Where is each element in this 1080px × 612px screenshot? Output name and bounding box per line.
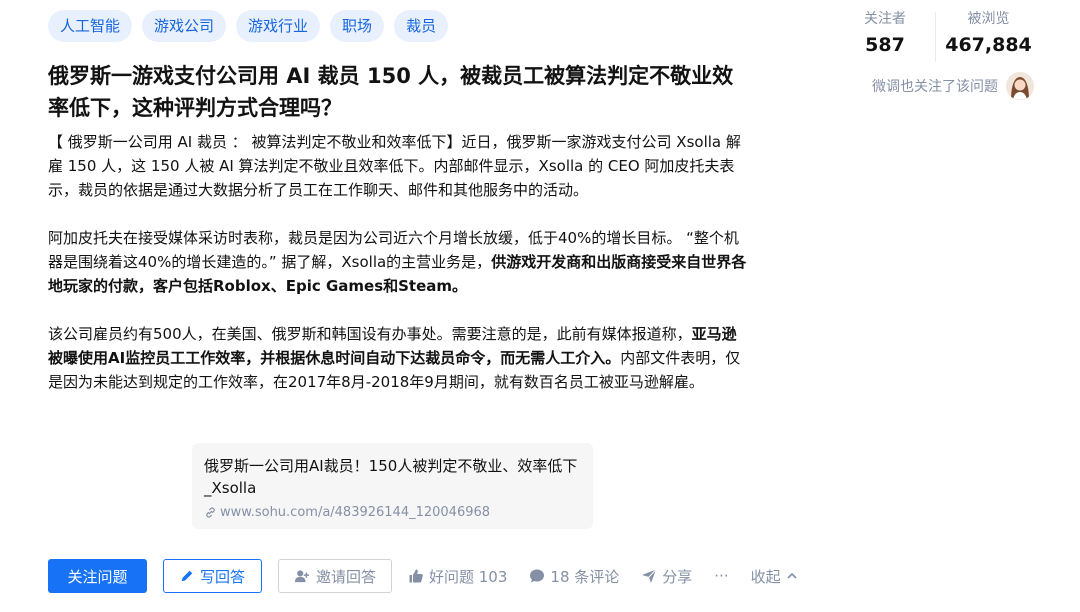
- chevron-up-icon: [786, 570, 798, 582]
- paragraph-3-text-a: 该公司雇员约有500人，在美国、俄罗斯和韩国设有办事处。需要注意的是，此前有媒体…: [48, 325, 692, 343]
- tag-game-industry[interactable]: 游戏行业: [236, 10, 321, 42]
- comments-label: 18 条评论: [550, 567, 620, 586]
- invite-answer-button[interactable]: 邀请回答: [278, 559, 392, 593]
- collapse-label: 收起: [750, 567, 781, 586]
- tag-workplace[interactable]: 职场: [330, 10, 385, 42]
- good-question-button[interactable]: 好问题 103: [408, 566, 507, 587]
- paragraph-1-text: 【 俄罗斯一公司用 AI 裁员 ： 被算法判定不敬业和效率低下】近日，俄罗斯一家…: [48, 133, 741, 199]
- link-card-url-row: www.sohu.com/a/483926144_120046968: [204, 505, 581, 520]
- views-count: 467,884: [945, 34, 1032, 56]
- pencil-icon: [180, 569, 194, 583]
- add-user-icon: [294, 569, 310, 583]
- tag-game-company[interactable]: 游戏公司: [142, 10, 227, 42]
- tag-ai[interactable]: 人工智能: [48, 10, 133, 42]
- comment-icon: [529, 568, 545, 584]
- link-card[interactable]: 俄罗斯一公司用AI裁员！150人被判定不敬业、效率低下_Xsolla www.s…: [192, 443, 593, 529]
- thumbs-up-icon: [408, 568, 424, 584]
- paragraph-2: 阿加皮托夫在接受媒体采访时表称，裁员是因为公司近六个月增长放缓，低于40%的增长…: [48, 226, 748, 298]
- topic-tags: 人工智能 游戏公司 游戏行业 职场 裁员: [48, 10, 449, 42]
- follow-question-button[interactable]: 关注问题: [48, 559, 147, 593]
- question-title: 俄罗斯一游戏支付公司用 AI 裁员 150 人，被裁员工被算法判定不敬业效率低下…: [48, 64, 734, 120]
- question-stats: 关注者 587 被浏览 467,884: [835, 8, 1041, 62]
- action-bar: 关注问题 写回答 邀请回答 好问题 103 18 条评论 分享 ··· 收起: [48, 559, 820, 593]
- paragraph-1: 【 俄罗斯一公司用 AI 裁员 ： 被算法判定不敬业和效率低下】近日，俄罗斯一家…: [48, 130, 748, 202]
- link-card-title: 俄罗斯一公司用AI裁员！150人被判定不敬业、效率低下_Xsolla: [204, 457, 578, 497]
- views-stat: 被浏览 467,884: [936, 8, 1041, 62]
- share-label: 分享: [662, 567, 693, 586]
- views-label: 被浏览: [967, 11, 1010, 27]
- followed-by[interactable]: 微调也关注了该问题: [872, 72, 1034, 100]
- invite-answer-label: 邀请回答: [315, 568, 376, 586]
- more-label: ···: [714, 567, 729, 585]
- avatar[interactable]: [1006, 72, 1034, 100]
- link-card-url: www.sohu.com/a/483926144_120046968: [220, 505, 491, 520]
- comments-button[interactable]: 18 条评论: [529, 566, 619, 587]
- write-answer-button[interactable]: 写回答: [163, 559, 262, 593]
- collapse-button[interactable]: 收起: [751, 566, 798, 587]
- followers-stat[interactable]: 关注者 587: [835, 8, 935, 62]
- followed-by-text: 微调也关注了该问题: [872, 79, 998, 95]
- followers-count: 587: [865, 34, 905, 56]
- tag-layoffs[interactable]: 裁员: [394, 10, 449, 42]
- paper-plane-icon: [641, 568, 657, 584]
- link-icon: [204, 506, 217, 519]
- more-button[interactable]: ···: [714, 567, 728, 585]
- paragraph-3: 该公司雇员约有500人，在美国、俄罗斯和韩国设有办事处。需要注意的是，此前有媒体…: [48, 322, 748, 394]
- followers-label: 关注者: [864, 11, 906, 27]
- question-detail: 【 俄罗斯一公司用 AI 裁员 ： 被算法判定不敬业和效率低下】近日，俄罗斯一家…: [48, 130, 748, 418]
- share-button[interactable]: 分享: [641, 566, 692, 587]
- write-answer-label: 写回答: [199, 568, 245, 586]
- good-question-label: 好问题 103: [429, 567, 508, 586]
